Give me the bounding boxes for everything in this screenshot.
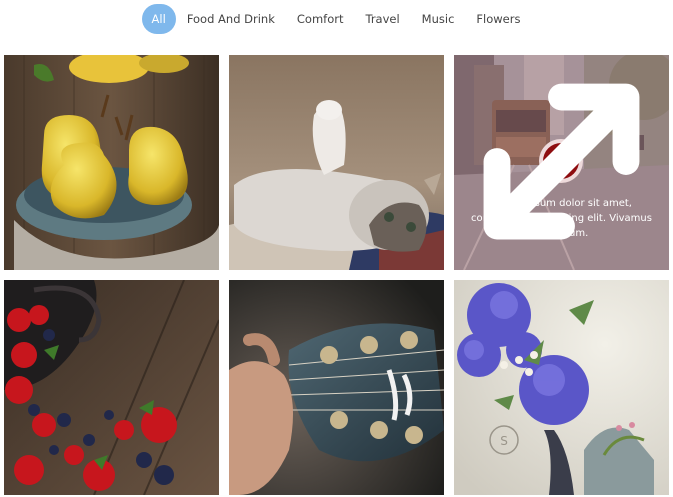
gallery-item-flowers[interactable]: S	[454, 280, 669, 495]
guitar-image	[229, 280, 444, 495]
cat-image	[229, 55, 444, 270]
flowers-image: S	[454, 280, 669, 495]
filter-flowers[interactable]: Flowers	[465, 4, 531, 34]
svg-text:S: S	[500, 434, 508, 448]
item-caption: Lorem ipsum dolor sit amet, consectetur …	[471, 198, 652, 239]
filter-food-and-drink[interactable]: Food And Drink	[176, 4, 286, 34]
gallery-item-cat[interactable]	[229, 55, 444, 270]
portfolio-grid: Lorem ipsum dolor sit amet, consectetur …	[4, 55, 669, 497]
filter-comfort[interactable]: Comfort	[286, 4, 355, 34]
gallery-item-city-tram[interactable]: Lorem ipsum dolor sit amet, consectetur …	[454, 55, 669, 270]
gallery-item-pears[interactable]	[4, 55, 219, 270]
gallery-item-berries[interactable]	[4, 280, 219, 495]
pears-image	[4, 55, 219, 270]
filter-bar: All Food And Drink Comfort Travel Music …	[0, 4, 673, 34]
berries-image	[4, 280, 219, 495]
filter-music[interactable]: Music	[411, 4, 466, 34]
gallery-item-guitar[interactable]	[229, 280, 444, 495]
expand-button[interactable]	[483, 83, 639, 239]
filter-travel[interactable]: Travel	[354, 4, 410, 34]
filter-all[interactable]: All	[141, 4, 176, 34]
